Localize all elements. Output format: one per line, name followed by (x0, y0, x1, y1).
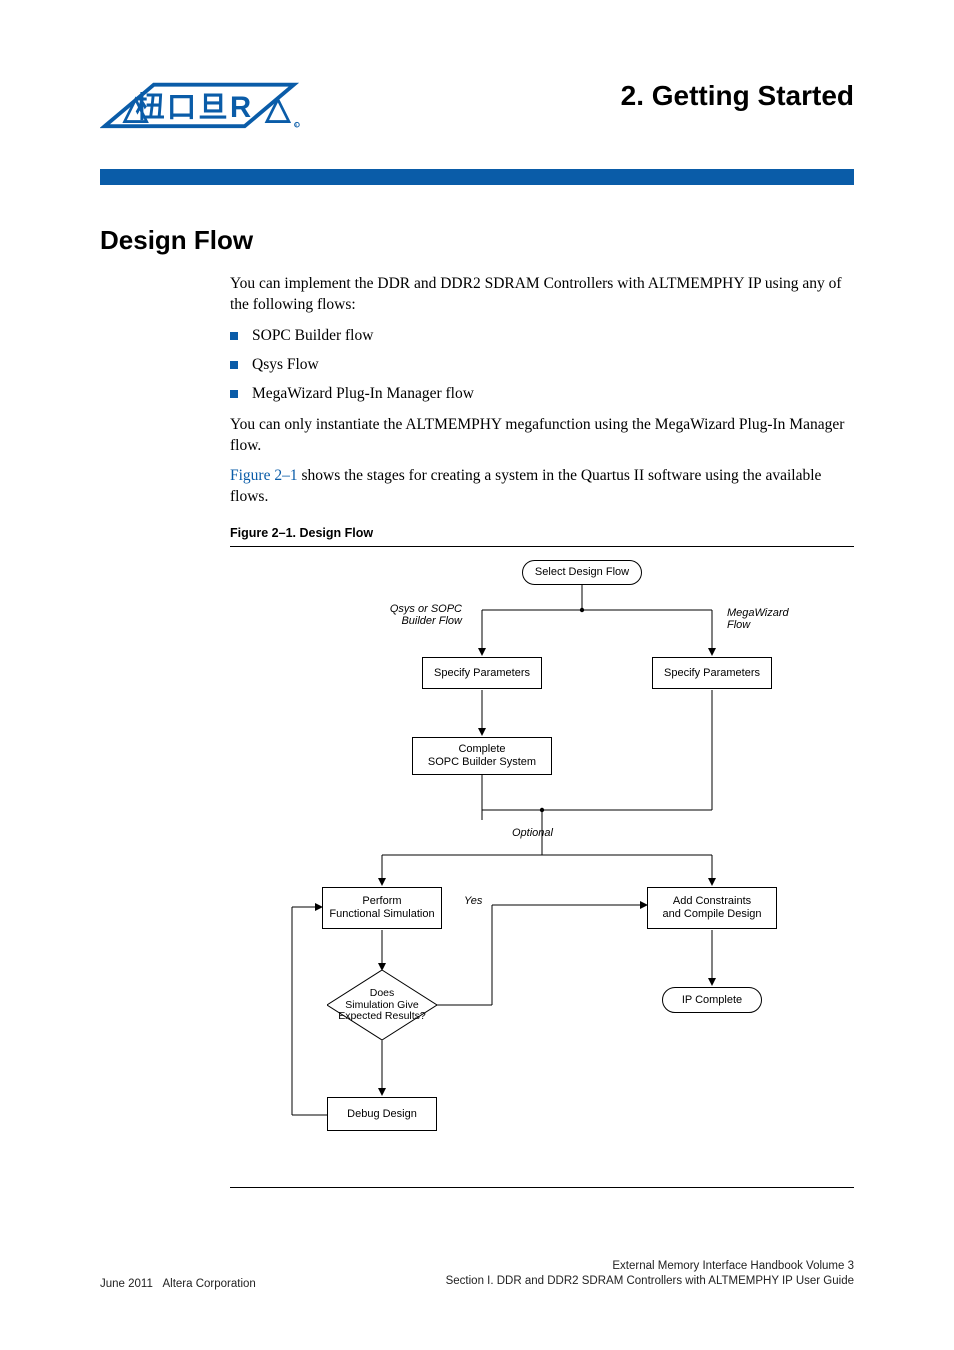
body-paragraph: Figure 2–1 shows the stages for creating… (230, 466, 854, 508)
footer-doc-title: External Memory Interface Handbook Volum… (446, 1259, 854, 1275)
body-content: You can implement the DDR and DDR2 SDRAM… (230, 274, 854, 508)
section-title-design-flow: Design Flow (100, 225, 854, 256)
list-item: Qsys Flow (230, 355, 854, 376)
edge-label-megawizard: MegaWizard Flow (727, 607, 807, 631)
intro-paragraph: You can implement the DDR and DDR2 SDRAM… (230, 274, 854, 316)
node-ip-complete: IP Complete (662, 987, 762, 1013)
figure-xref: Figure 2–1 (230, 467, 298, 484)
page-footer: June 2011 Altera Corporation External Me… (100, 1259, 854, 1290)
node-specify-parameters-left: Specify Parameters (422, 657, 542, 689)
altera-logo: 杻口旦R △ △ R (100, 80, 300, 139)
svg-text:R: R (295, 124, 298, 128)
edge-label-yes: Yes (464, 895, 482, 907)
footer-corp: Altera Corporation (162, 1278, 255, 1290)
svg-text:△: △ (122, 90, 149, 126)
figure-area: Select Design Flow Qsys or SOPC Builder … (230, 546, 854, 1188)
node-decision-simulation: Does Simulation Give Expected Results? (327, 970, 437, 1040)
svg-text:杻口旦R: 杻口旦R (135, 91, 253, 124)
figure-caption: Figure 2–1. Design Flow (230, 526, 854, 540)
footer-section-title: Section I. DDR and DDR2 SDRAM Controller… (446, 1274, 854, 1290)
list-item: MegaWizard Plug-In Manager flow (230, 384, 854, 405)
edge-label-qsys-sopc: Qsys or SOPC Builder Flow (372, 603, 462, 627)
body-text: shows the stages for creating a system i… (230, 467, 821, 505)
header-divider-bar (100, 169, 854, 185)
body-paragraph: You can only instantiate the ALTMEMPHY m… (230, 415, 854, 457)
footer-date: June 2011 (100, 1278, 153, 1290)
node-complete-sopc: Complete SOPC Builder System (412, 737, 552, 775)
node-add-constraints: Add Constraints and Compile Design (647, 887, 777, 929)
chapter-title: 2. Getting Started (621, 80, 854, 112)
flow-connectors (232, 555, 852, 1175)
node-specify-parameters-right: Specify Parameters (652, 657, 772, 689)
list-item: SOPC Builder flow (230, 326, 854, 347)
svg-text:△: △ (264, 90, 291, 126)
edge-label-optional: Optional (512, 827, 553, 839)
node-select-design-flow: Select Design Flow (522, 560, 642, 585)
node-debug-design: Debug Design (327, 1097, 437, 1131)
node-perform-simulation: Perform Functional Simulation (322, 887, 442, 929)
flowchart-diagram: Select Design Flow Qsys or SOPC Builder … (232, 555, 852, 1175)
